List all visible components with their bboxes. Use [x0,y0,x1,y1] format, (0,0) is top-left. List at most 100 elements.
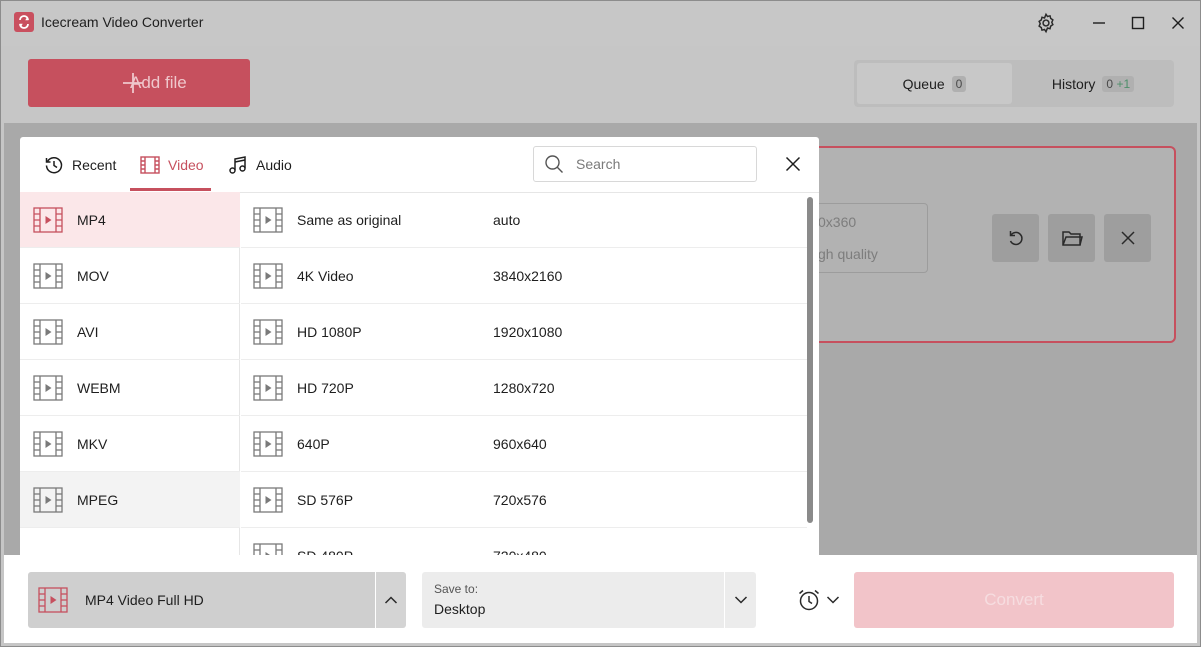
format-label: MKV [77,435,108,452]
queue-history-switch: Queue 0 History 0 +1 [854,60,1174,107]
format-label: WEBM [77,379,121,396]
queue-count-badge: 0 [951,75,967,92]
film-icon [38,587,68,613]
history-count-badge: 0 +1 [1102,75,1135,92]
film-icon [140,155,160,174]
preset-scrollbar[interactable] [807,197,813,523]
preset-row[interactable]: HD 1080P 1920x1080 [241,304,807,360]
open-folder-button[interactable] [1048,214,1095,262]
chevron-down-icon [826,596,840,604]
format-item-avi[interactable]: AVI [20,304,240,360]
output-profile-label: MP4 Video Full HD [85,592,204,608]
film-icon [253,206,283,233]
quality-resolution: 0x360 [818,214,857,230]
tab-audio-label: Audio [256,156,292,173]
format-item-mpeg[interactable]: MPEG [20,472,240,528]
format-label: AVI [77,323,99,340]
film-icon [33,486,63,513]
maximize-icon [1131,16,1145,30]
title-bar: Icecream Video Converter [0,0,1201,46]
tab-recent[interactable]: Recent [44,137,116,192]
close-icon [1120,231,1135,245]
music-note-icon [229,155,246,174]
film-icon [33,430,63,457]
preset-resolution: 3840x2160 [493,267,563,284]
preset-name: SD 576P [297,491,354,508]
film-icon [33,206,63,233]
preset-name: 4K Video [297,267,354,284]
preset-row[interactable]: Same as original auto [241,192,807,248]
app-logo-icon [14,12,34,32]
preset-row[interactable]: SD 576P 720x576 [241,472,807,528]
folder-icon [1061,231,1083,246]
popup-close-button[interactable] [780,151,806,177]
save-to-dropdown-button[interactable] [725,572,756,628]
convert-button[interactable]: Convert [854,572,1174,628]
preset-name: 640P [297,435,330,452]
format-label: MOV [77,267,109,284]
history-count: 0 [1106,76,1114,91]
plus-icon [123,73,143,93]
film-icon [33,262,63,289]
close-icon [1172,17,1184,29]
schedule-button[interactable] [796,586,842,614]
preset-row[interactable]: SD 480P 720x480 [241,528,807,557]
history-label: History [1051,75,1096,92]
alarm-clock-icon [799,589,819,611]
settings-button[interactable] [1033,10,1059,36]
maximize-button[interactable] [1125,10,1151,36]
chevron-up-icon [384,596,398,604]
history-new-count: +1 [1116,76,1131,91]
close-button[interactable] [1165,10,1191,36]
chevron-down-icon [734,596,747,604]
window-title: Icecream Video Converter [41,14,204,30]
preset-resolution: 1920x1080 [493,323,563,340]
film-icon [253,262,283,289]
tab-video-label: Video [168,156,204,173]
preset-list: Same as original auto 4K Video 3840x2160… [241,192,807,557]
film-icon [33,318,63,345]
film-icon [253,374,283,401]
preset-name: HD 720P [297,379,354,396]
gear-icon [1038,12,1054,34]
close-icon [785,156,801,172]
search-box [533,146,757,182]
format-label: MP4 [77,211,106,228]
add-file-button[interactable]: Add file [28,59,250,107]
preset-resolution: auto [493,211,521,228]
tab-history[interactable]: History 0 +1 [1014,63,1172,104]
profile-toggle-button[interactable] [376,572,406,628]
tab-audio[interactable]: Audio [228,137,292,192]
preset-resolution: 720x576 [493,491,547,508]
tab-queue[interactable]: Queue 0 [857,63,1012,104]
active-tab-indicator [130,188,211,191]
format-item-webm[interactable]: WEBM [20,360,240,416]
undo-icon [1009,231,1023,246]
preset-row[interactable]: 640P 960x640 [241,416,807,472]
tab-video[interactable]: Video [140,137,204,192]
save-to-selector[interactable]: Save to: Desktop [422,572,724,628]
minimize-button[interactable] [1086,10,1112,36]
queue-label: Queue [902,75,945,92]
film-icon [253,430,283,457]
format-list: MP4 MOV AVI WEBM MKV MPEG [20,192,240,557]
search-input[interactable] [576,156,736,172]
search-icon [545,155,563,173]
format-label: MPEG [77,491,119,508]
film-icon [33,374,63,401]
format-item-mov[interactable]: MOV [20,248,240,304]
format-item-mkv[interactable]: MKV [20,416,240,472]
reset-button[interactable] [992,214,1039,262]
output-profile-button[interactable]: MP4 Video Full HD [28,572,375,628]
format-item-mp4[interactable]: MP4 [20,192,240,248]
remove-file-button[interactable] [1104,214,1151,262]
format-picker-popup: Recent Video Audio MP4 MOV AVI WEBM [20,137,819,557]
history-clock-icon [45,156,63,173]
preset-name: HD 1080P [297,323,362,340]
tab-recent-label: Recent [72,156,117,173]
preset-row[interactable]: HD 720P 1280x720 [241,360,807,416]
minimize-icon [1093,22,1105,24]
save-to-value: Desktop [434,601,486,617]
preset-name: Same as original [297,211,402,228]
preset-row[interactable]: 4K Video 3840x2160 [241,248,807,304]
